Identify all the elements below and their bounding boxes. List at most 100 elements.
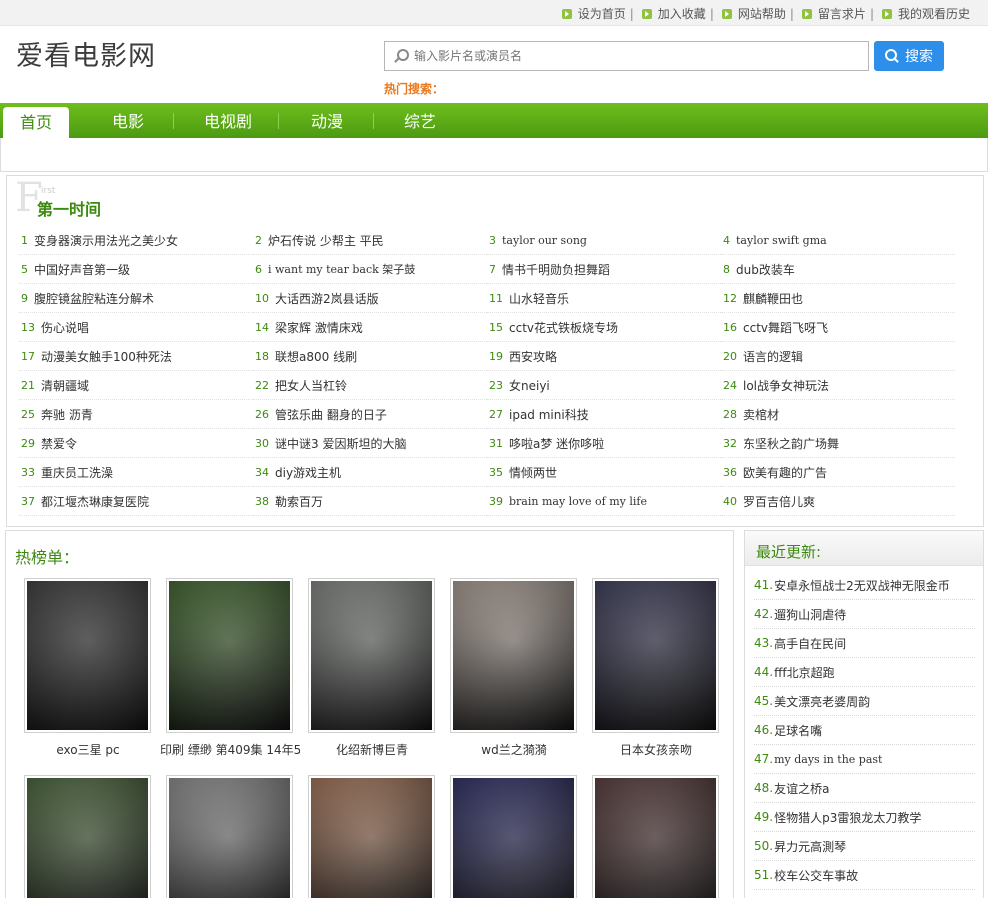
thumbnail-image (595, 581, 716, 730)
keyword-link[interactable]: 15 cctv花式铁板烧专场 (487, 313, 721, 342)
latest-item[interactable]: 43. 高手自在民间 (754, 629, 975, 658)
keyword-link[interactable]: 3 taylor our song (487, 226, 721, 255)
thumbnail-caption[interactable]: 印刷 缥缈 第409集 14年5 (160, 741, 300, 758)
keyword-link[interactable]: 39 brain may love of my life (487, 487, 721, 516)
keyword-link[interactable]: 19 西安攻略 (487, 342, 721, 371)
keyword-link[interactable]: 7 情书千明勋负担舞蹈 (487, 255, 721, 284)
keyword-link[interactable]: 38 勒索百万 (253, 487, 487, 516)
keyword-rank: 21 (21, 378, 35, 392)
keyword-link[interactable]: 10 大话西游2岚县话版 (253, 284, 487, 313)
keyword-link[interactable]: 18 联想a800 线刷 (253, 342, 487, 371)
nav-home[interactable]: 首页 (3, 107, 69, 138)
video-thumbnail[interactable] (24, 775, 151, 898)
thumbnail-caption[interactable]: 日本女孩亲吻 (586, 741, 726, 758)
latest-item-title: 校车公交车事故 (774, 868, 859, 883)
latest-item[interactable]: 45. 美文漂亮老婆周韵 (754, 687, 975, 716)
nav-variety[interactable]: 综艺 (378, 103, 462, 138)
keyword-link[interactable]: 37 都江堰杰琳康复医院 (19, 487, 253, 516)
search-button[interactable]: 搜索 (874, 41, 944, 71)
keyword-link[interactable]: 8 dub改装车 (721, 255, 955, 284)
keyword-link[interactable]: 20 语言的逻辑 (721, 342, 955, 371)
nav-tv-series[interactable]: 电视剧 (183, 103, 273, 138)
video-thumbnail[interactable] (166, 775, 293, 898)
video-thumbnail[interactable] (308, 775, 435, 898)
keyword-link[interactable]: 11 山水轻音乐 (487, 284, 721, 313)
keyword-link[interactable]: 9 腹腔镜盆腔粘连分解术 (19, 284, 253, 313)
keyword-row: 25 奔驰 沥青 26 管弦乐曲 翻身的日子 27 ipad mini科技 28 卖棺材 (19, 400, 955, 429)
keyword-link[interactable]: 40 罗百吉倍儿爽 (721, 487, 955, 516)
video-thumbnail[interactable] (592, 775, 719, 898)
keyword-link[interactable]: 27 ipad mini科技 (487, 400, 721, 429)
keyword-link[interactable]: 12 麒麟鞭田也 (721, 284, 955, 313)
keyword-link[interactable]: 1 变身器演示用法光之美少女 (19, 226, 253, 255)
keyword-rank: 16 (723, 320, 737, 334)
site-logo[interactable]: 爱看电影网 (16, 34, 156, 73)
nav-movies[interactable]: 电影 (86, 103, 170, 138)
keyword-rank: 19 (489, 349, 503, 363)
search-input[interactable] (414, 43, 868, 69)
thumbnail-caption[interactable]: 化绍新博巨青 (302, 741, 442, 758)
video-thumbnail[interactable]: wd兰之漪漪 (450, 578, 577, 758)
set-homepage-link[interactable]: 设为首页 | (561, 5, 642, 22)
video-thumbnail[interactable]: 日本女孩亲吻 (592, 578, 719, 758)
keyword-link[interactable]: 33 重庆员工洗澡 (19, 458, 253, 487)
thumbnail-caption[interactable]: wd兰之漪漪 (444, 741, 584, 758)
keyword-row: 1 变身器演示用法光之美少女 2 炉石传说 少帮主 平民 3 taylor our son… (19, 226, 955, 255)
latest-item[interactable]: 41. 安卓永恒战士2无双战神无限金币 (754, 571, 975, 600)
keyword-link[interactable]: 28 卖棺材 (721, 400, 955, 429)
keyword-link[interactable]: 35 情倾两世 (487, 458, 721, 487)
keyword-row: 33 重庆员工洗澡 34 diy游戏主机 35 情倾两世 36 欧美有趣的广告 (19, 458, 955, 487)
keyword-rank: 33 (21, 465, 35, 479)
add-favorite-link[interactable]: 加入收藏 | (641, 5, 722, 22)
keyword-link[interactable]: 32 东坚秋之韵广场舞 (721, 429, 955, 458)
keyword-link[interactable]: 5 中国好声音第一级 (19, 255, 253, 284)
keyword-link[interactable]: 23 女neiyi (487, 371, 721, 400)
latest-item[interactable]: 51. 校车公交车事故 (754, 861, 975, 890)
nav-anime[interactable]: 动漫 (284, 103, 370, 138)
keyword-link[interactable]: 24 lol战争女神玩法 (721, 371, 955, 400)
keyword-link[interactable]: 13 伤心说唱 (19, 313, 253, 342)
keyword-row: 13 伤心说唱 14 梁家辉 激情床戏 15 cctv花式铁板烧专场 16 cctv舞蹈飞呀飞 (19, 313, 955, 342)
keyword-link[interactable]: 31 哆啦a梦 迷你哆啦 (487, 429, 721, 458)
keyword-link[interactable]: 16 cctv舞蹈飞呀飞 (721, 313, 955, 342)
keyword-link[interactable]: 25 奔驰 沥青 (19, 400, 253, 429)
site-help-link[interactable]: 网站帮助 | (721, 5, 802, 22)
latest-item-title: 足球名嘴 (774, 723, 823, 738)
keyword-rank: 32 (723, 436, 737, 450)
keyword-text: taylor our song (502, 233, 587, 247)
video-thumbnail[interactable]: exo三星 pc (24, 578, 151, 758)
keyword-rank: 23 (489, 378, 503, 392)
latest-item[interactable]: 44. fff北京超跑 (754, 658, 975, 687)
video-thumbnail[interactable] (450, 775, 577, 898)
keyword-rank: 30 (255, 436, 269, 450)
latest-item[interactable]: 50. 昇力元高測琴 (754, 832, 975, 861)
keyword-link[interactable]: 14 梁家辉 激情床戏 (253, 313, 487, 342)
keyword-link[interactable]: 26 管弦乐曲 翻身的日子 (253, 400, 487, 429)
keyword-link[interactable]: 22 把女人当杠铃 (253, 371, 487, 400)
thumbnail-frame (592, 775, 719, 898)
keyword-link[interactable]: 29 禁爱令 (19, 429, 253, 458)
keyword-link[interactable]: 21 清朝疆域 (19, 371, 253, 400)
video-thumbnail[interactable]: 印刷 缥缈 第409集 14年5 (160, 578, 300, 758)
keyword-link[interactable]: 34 diy游戏主机 (253, 458, 487, 487)
keyword-rank: 26 (255, 407, 269, 421)
watch-history-link[interactable]: 我的观看历史 (881, 5, 970, 22)
latest-item[interactable]: 48. 友谊之桥a (754, 774, 975, 803)
video-thumbnail[interactable]: 化绍新博巨青 (308, 578, 435, 758)
latest-item[interactable]: 47. my days in the past (754, 745, 975, 774)
request-movie-link[interactable]: 留言求片 | (801, 5, 882, 22)
latest-item[interactable]: 49. 怪物猎人p3雷狼龙太刀教学 (754, 803, 975, 832)
keyword-link[interactable]: 36 欧美有趣的广告 (721, 458, 955, 487)
keyword-link[interactable]: 30 谜中谜3 爱因斯坦的大脑 (253, 429, 487, 458)
keyword-link[interactable]: 2 炉石传说 少帮主 平民 (253, 226, 487, 255)
keyword-rank: 10 (255, 291, 269, 305)
latest-item[interactable]: 42. 遛狗山洞虐待 (754, 600, 975, 629)
keyword-text: 哆啦a梦 迷你哆啦 (509, 436, 605, 451)
keyword-link[interactable]: 4 taylor swift gma (721, 226, 955, 255)
thumbnail-caption[interactable]: exo三星 pc (18, 741, 158, 758)
latest-item[interactable]: 46. 足球名嘴 (754, 716, 975, 745)
keyword-link[interactable]: 17 动漫美女触手100种死法 (19, 342, 253, 371)
keyword-text: 山水轻音乐 (509, 291, 570, 306)
keyword-link[interactable]: 6 i want my tear back 架子鼓 (253, 255, 487, 284)
nav-divider (373, 113, 374, 129)
